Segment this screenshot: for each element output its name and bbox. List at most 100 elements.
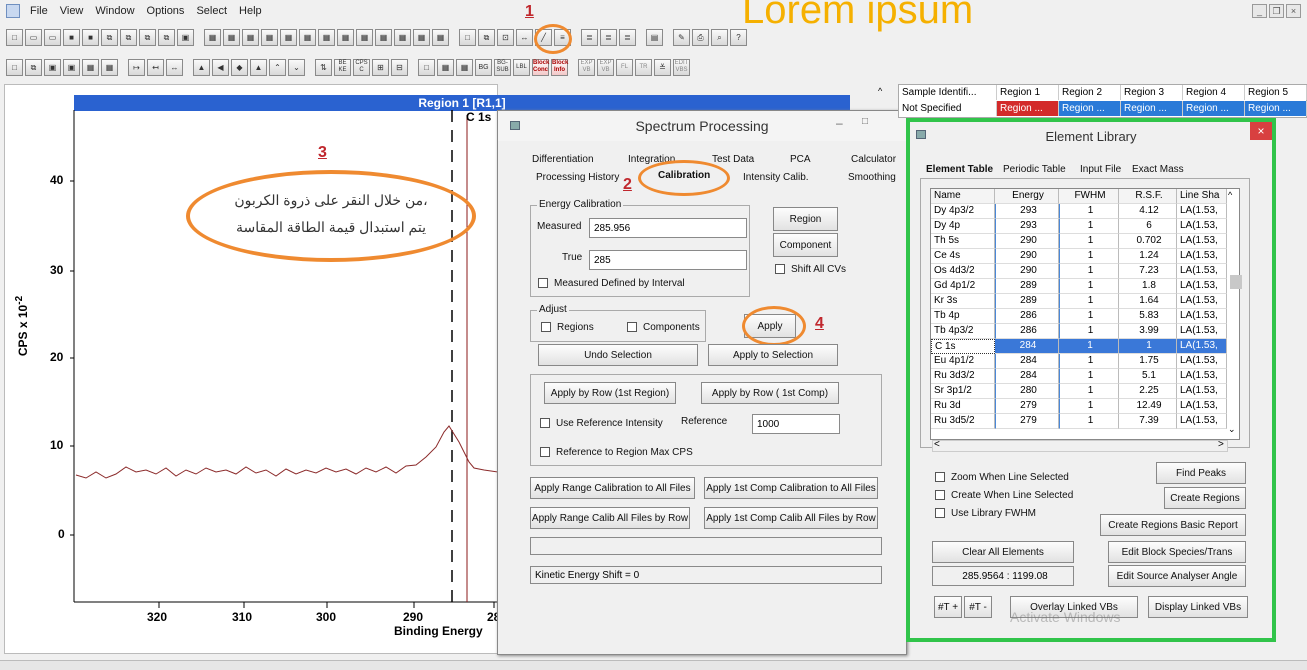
- element-row[interactable]: Ce 4s 290 1 1.24 LA(1.53,: [931, 249, 1237, 264]
- element-row[interactable]: Ru 3d5/2 279 1 7.39 LA(1.53,: [931, 414, 1237, 429]
- tab-processing-history[interactable]: Processing History: [536, 172, 619, 183]
- clear-elements-button[interactable]: Clear All Elements: [932, 541, 1074, 563]
- peak-pick-icon[interactable]: ↔: [516, 28, 533, 46]
- apply-to-selection-button[interactable]: Apply to Selection: [708, 344, 838, 366]
- scroll-up-icon[interactable]: ^: [878, 86, 882, 96]
- hscroll-left-icon[interactable]: <: [934, 439, 940, 450]
- save-all-icon[interactable]: ■: [82, 28, 99, 46]
- grid-cell[interactable]: Region ...: [997, 101, 1059, 116]
- page-icon[interactable]: ▣: [177, 28, 194, 46]
- element-row[interactable]: Os 4d3/2 290 1 7.23 LA(1.53,: [931, 264, 1237, 279]
- menu-select[interactable]: Select: [196, 5, 227, 17]
- apply-row-comp-button[interactable]: Apply by Row ( 1st Comp): [701, 382, 839, 404]
- create-report-button[interactable]: Create Regions Basic Report: [1100, 514, 1246, 536]
- column-header[interactable]: Name: [931, 189, 995, 204]
- scale-left-icon[interactable]: ↤: [147, 58, 164, 76]
- element-row[interactable]: Dy 4p 293 1 6 LA(1.53,: [931, 219, 1237, 234]
- hscroll-right-icon[interactable]: >: [1218, 439, 1224, 450]
- histogram-icon[interactable]: ⊞: [372, 58, 389, 76]
- grid-icon[interactable]: ▦: [223, 28, 240, 46]
- new-file-icon[interactable]: □: [6, 28, 23, 46]
- grid-cell[interactable]: Region ...: [1183, 101, 1245, 116]
- tab-intensity-calib[interactable]: Intensity Calib.: [743, 172, 809, 183]
- restore-icon[interactable]: ❐: [1269, 4, 1284, 18]
- grid-header[interactable]: Sample Identifi...: [899, 85, 997, 100]
- close-icon[interactable]: ×: [1286, 4, 1301, 18]
- element-row[interactable]: Eu 4p1/2 284 1 1.75 LA(1.53,: [931, 354, 1237, 369]
- grid-icon[interactable]: ▦: [432, 28, 449, 46]
- window-icon[interactable]: □: [6, 58, 23, 76]
- apply-row-region-button[interactable]: Apply by Row (1st Region): [544, 382, 676, 404]
- column-header[interactable]: FWHM: [1059, 189, 1119, 204]
- ref-max-checkbox[interactable]: Reference to Region Max CPS: [540, 447, 693, 458]
- copy-icon[interactable]: ⧉: [120, 28, 137, 46]
- edit-vbs-icon[interactable]: EDIT VBS: [673, 58, 690, 76]
- elib-tab-input-file[interactable]: Input File: [1080, 164, 1121, 175]
- grid-icon[interactable]: ▦: [413, 28, 430, 46]
- grid-header[interactable]: Region 1: [997, 85, 1059, 100]
- true-input[interactable]: 285: [589, 250, 747, 270]
- tools-icon[interactable]: ✎: [673, 28, 690, 46]
- menu-options[interactable]: Options: [147, 5, 185, 17]
- tr-icon[interactable]: TR: [635, 58, 652, 76]
- histogram-icon[interactable]: ⊟: [391, 58, 408, 76]
- copy-icon[interactable]: ⧉: [158, 28, 175, 46]
- copy-icon[interactable]: ⧉: [101, 28, 118, 46]
- elib-tab-periodic-table[interactable]: Periodic Table: [1003, 164, 1066, 175]
- tab-smoothing[interactable]: Smoothing: [848, 172, 896, 183]
- dialog-minimize-icon[interactable]: –: [836, 116, 843, 130]
- block-info-icon[interactable]: Block Info: [551, 58, 568, 76]
- range-all-button[interactable]: Apply Range Calibration to All Files: [530, 477, 695, 499]
- element-row[interactable]: Th 5s 290 1 0.702 LA(1.53,: [931, 234, 1237, 249]
- layout-icon[interactable]: ≣: [619, 28, 636, 46]
- undo-selection-button[interactable]: Undo Selection: [538, 344, 698, 366]
- components-checkbox[interactable]: Components: [627, 322, 700, 333]
- bg-icon[interactable]: BG: [475, 58, 492, 76]
- grid-header[interactable]: Region 2: [1059, 85, 1121, 100]
- bg-sub-icon[interactable]: BG- SUB: [494, 58, 511, 76]
- exp-vb-icon[interactable]: EXP VB: [578, 58, 595, 76]
- sort-icon[interactable]: ⇅: [315, 58, 332, 76]
- peak-both-icon[interactable]: ◆: [231, 58, 248, 76]
- column-header[interactable]: Line Sha: [1177, 189, 1227, 204]
- t-plus-button[interactable]: #T +: [934, 596, 962, 618]
- layout-icon[interactable]: ≣: [581, 28, 598, 46]
- grid-icon[interactable]: ▦: [261, 28, 278, 46]
- create-when-checkbox[interactable]: Create When Line Selected: [935, 490, 1073, 501]
- component-button[interactable]: Component: [773, 233, 838, 257]
- window-icon[interactable]: ⧉: [478, 28, 495, 46]
- save-icon[interactable]: ■: [63, 28, 80, 46]
- exp-vb-icon[interactable]: EXP VB: [597, 58, 614, 76]
- t-minus-button[interactable]: #T -: [964, 596, 992, 618]
- scale-right-icon[interactable]: ↦: [128, 58, 145, 76]
- element-row[interactable]: Ru 3d3/2 284 1 5.1 LA(1.53,: [931, 369, 1237, 384]
- chart-icon[interactable]: ▦: [456, 58, 473, 76]
- minimize-icon[interactable]: _: [1252, 4, 1267, 18]
- grid-cell[interactable]: Region ...: [1059, 101, 1121, 116]
- chart-icon[interactable]: ▦: [437, 58, 454, 76]
- be-ke-icon[interactable]: BE KE: [334, 58, 351, 76]
- grid-cell[interactable]: Region ...: [1245, 101, 1307, 116]
- window-icon[interactable]: ▦: [82, 58, 99, 76]
- element-row[interactable]: Kr 3s 289 1 1.64 LA(1.53,: [931, 294, 1237, 309]
- column-header[interactable]: R.S.F.: [1119, 189, 1177, 204]
- grid-header[interactable]: Region 4: [1183, 85, 1245, 100]
- menu-file[interactable]: File: [30, 5, 48, 17]
- element-row[interactable]: Tb 4p3/2 286 1 3.99 LA(1.53,: [931, 324, 1237, 339]
- element-row[interactable]: C 1s 284 1 1 LA(1.53,: [931, 339, 1237, 354]
- grid-icon[interactable]: ▦: [204, 28, 221, 46]
- spectrum-icon[interactable]: ⊡: [497, 28, 514, 46]
- use-fwhm-checkbox[interactable]: Use Library FWHM: [935, 508, 1036, 519]
- square-icon[interactable]: □: [418, 58, 435, 76]
- window-icon[interactable]: ▣: [63, 58, 80, 76]
- find-peaks-button[interactable]: Find Peaks: [1156, 462, 1246, 484]
- grid-icon[interactable]: ▦: [242, 28, 259, 46]
- copy-icon[interactable]: ⧉: [139, 28, 156, 46]
- filter-icon[interactable]: ≚: [654, 58, 671, 76]
- peak-up-icon[interactable]: ▲: [250, 58, 267, 76]
- chevron-up-icon[interactable]: ⌃: [269, 58, 286, 76]
- measured-input[interactable]: 285.956: [589, 218, 747, 238]
- peak-up-icon[interactable]: ▲: [193, 58, 210, 76]
- grid-header[interactable]: Region 3: [1121, 85, 1183, 100]
- table-scroll-down-icon[interactable]: ⌄: [1228, 424, 1236, 435]
